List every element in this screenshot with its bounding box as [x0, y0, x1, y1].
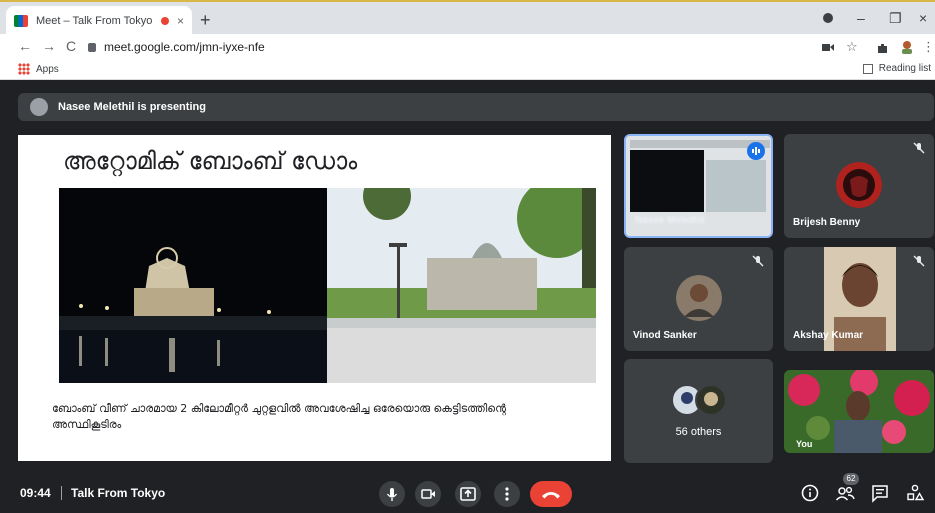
- meeting-name: Talk From Tokyo: [71, 486, 166, 500]
- avatar: [836, 162, 882, 208]
- extension-avatar-icon[interactable]: [900, 40, 914, 54]
- presenting-banner: Nasee Melethil is presenting: [18, 93, 934, 121]
- presenter-avatar: [30, 98, 48, 116]
- participant-name: Akshay Kumar: [793, 330, 864, 341]
- back-button[interactable]: ←: [18, 38, 32, 54]
- presentation-slide: അറ്റോമിക് ബോംബ് ഡോം ബോംബ് വീണ് ചാരമായ 2 …: [18, 135, 611, 461]
- apps-shortcut[interactable]: Apps: [18, 63, 59, 75]
- camera-icon: [421, 489, 435, 499]
- participant-tile[interactable]: Brijesh Benny: [784, 134, 934, 238]
- reading-list-label: Reading list: [878, 63, 931, 74]
- camera-button[interactable]: [415, 481, 441, 507]
- participant-name: Nasee Melethil: [635, 215, 705, 226]
- activities-icon: [907, 484, 925, 501]
- present-button[interactable]: [455, 481, 481, 507]
- end-call-icon: [542, 492, 560, 499]
- self-name: You: [796, 439, 813, 449]
- browser-menu-icon[interactable]: ⋮: [922, 39, 935, 55]
- day-photo-illustration: [327, 188, 596, 383]
- more-options-icon: [505, 487, 509, 501]
- microphone-button[interactable]: [379, 481, 405, 507]
- present-screen-icon: [460, 487, 476, 501]
- participant-count-badge: 62: [843, 473, 859, 485]
- mic-off-icon: [913, 142, 925, 154]
- avatar: [676, 275, 722, 321]
- others-tile[interactable]: 56 others: [624, 359, 773, 463]
- participant-tile[interactable]: Akshay Kumar: [784, 247, 934, 351]
- new-tab-button[interactable]: +: [200, 10, 211, 30]
- maximize-button[interactable]: ❐: [889, 10, 902, 27]
- night-photo-illustration: [59, 188, 327, 383]
- presenting-text: Nasee Melethil is presenting: [58, 101, 206, 113]
- browser-tab[interactable]: Meet – Talk From Tokyo ×: [6, 6, 192, 36]
- speaking-indicator-icon: [747, 142, 765, 160]
- self-view-tile[interactable]: You: [784, 370, 934, 453]
- address-bar-row: ← → C meet.google.com/jmn-iyxe-nfe ☆ ⋮: [0, 34, 935, 60]
- meeting-time: 09:44: [20, 486, 51, 500]
- info-icon: [801, 484, 819, 502]
- others-count-label: 56 others: [675, 426, 722, 438]
- google-meet-icon: [14, 15, 28, 27]
- mic-off-icon: [752, 255, 764, 267]
- reading-list-icon: [862, 63, 873, 74]
- reading-list-button[interactable]: Reading list: [862, 63, 931, 74]
- day-photo: [327, 188, 596, 383]
- meeting-controls-bar: 09:44 Talk From Tokyo: [0, 473, 935, 513]
- divider: [61, 486, 62, 500]
- meeting-details-button[interactable]: [800, 483, 820, 503]
- participant-tile-presenter[interactable]: Nasee Melethil: [624, 134, 773, 238]
- camera-permission-icon[interactable]: [822, 43, 834, 52]
- participant-tile[interactable]: Vinod Sanker: [624, 247, 773, 351]
- slide-caption: ബോംബ് വീണ് ചാരമായ 2 കിലോമീറ്റർ ചുറ്റളവിൽ…: [52, 402, 507, 431]
- participant-name: Brijesh Benny: [793, 217, 861, 228]
- tab-close-icon[interactable]: ×: [177, 14, 184, 28]
- microphone-icon: [386, 488, 398, 501]
- more-options-button[interactable]: [494, 481, 520, 507]
- profile-icon[interactable]: [822, 12, 834, 24]
- reload-button[interactable]: C: [66, 38, 76, 54]
- apps-grid-icon: [18, 63, 30, 75]
- night-photo: [59, 188, 327, 383]
- minimize-button[interactable]: –: [857, 10, 865, 26]
- browser-tab-bar: Meet – Talk From Tokyo × + – ❐ ×: [0, 0, 935, 36]
- star-icon[interactable]: ☆: [846, 39, 858, 55]
- extensions-icon[interactable]: [876, 42, 888, 54]
- apps-label: Apps: [36, 63, 59, 75]
- lock-icon: [88, 42, 96, 52]
- chat-icon: [872, 485, 888, 503]
- people-icon: [835, 486, 855, 501]
- bookmarks-bar: Apps Reading list: [0, 60, 935, 80]
- tab-title: Meet – Talk From Tokyo: [36, 15, 153, 27]
- url-text: meet.google.com/jmn-iyxe-nfe: [104, 40, 265, 54]
- close-window-button[interactable]: ×: [919, 10, 927, 26]
- people-button[interactable]: [835, 483, 855, 503]
- participant-name: Vinod Sanker: [633, 330, 697, 341]
- url-field[interactable]: meet.google.com/jmn-iyxe-nfe: [88, 38, 808, 56]
- mic-off-icon: [913, 255, 925, 267]
- others-avatars: [671, 384, 727, 416]
- chat-button[interactable]: [870, 483, 890, 503]
- forward-button[interactable]: →: [42, 38, 56, 54]
- end-call-button[interactable]: [530, 481, 572, 507]
- activities-button[interactable]: [905, 483, 925, 503]
- recording-indicator-icon: [160, 17, 169, 25]
- slide-title: അറ്റോമിക് ബോംബ് ഡോം: [63, 147, 358, 175]
